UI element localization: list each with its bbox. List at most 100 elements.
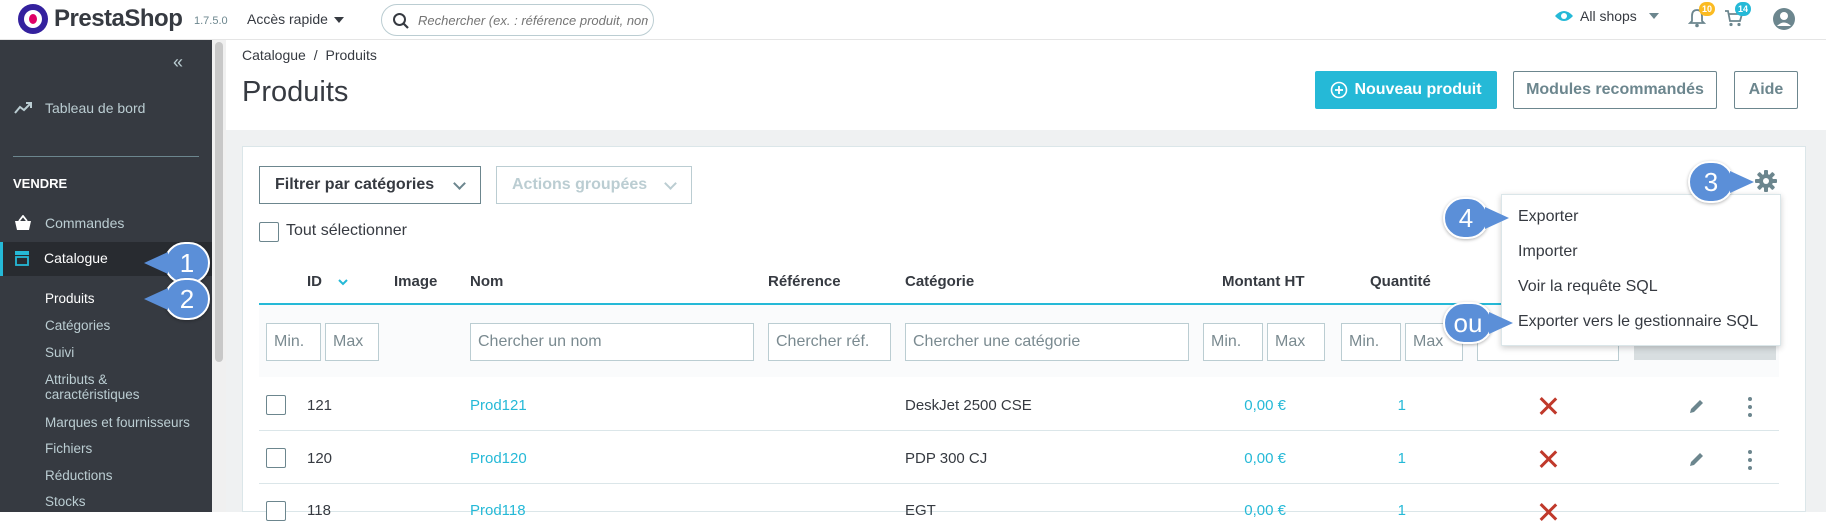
top-bar: PrestaShop 1.7.5.0 Accès rapide All shop…: [0, 0, 1826, 40]
row-id: 120: [307, 450, 333, 467]
notifications-button[interactable]: 10: [1687, 2, 1716, 33]
filter-by-category-button[interactable]: Filtrer par catégories: [259, 166, 481, 204]
callout-step-2: 2: [144, 278, 210, 320]
select-all-label: Tout sélectionner: [286, 222, 407, 239]
id-max-filter[interactable]: [325, 323, 379, 361]
sidebar-scrollbar[interactable]: [212, 40, 226, 512]
plus-circle-icon: [1331, 81, 1348, 99]
search-box: [381, 4, 654, 36]
sidebar-subitem-brands[interactable]: Marques et fournisseurs: [45, 415, 190, 430]
column-header-quantity[interactable]: Quantité: [1370, 273, 1431, 290]
search-input[interactable]: [416, 8, 650, 32]
sidebar-subitem-label: caractéristiques: [45, 387, 140, 402]
breadcrumb-current: Produits: [325, 47, 377, 63]
sidebar-subitem-products[interactable]: Produits: [45, 291, 95, 306]
price-max-filter[interactable]: [1267, 323, 1325, 361]
shop-selector-label: All shops: [1580, 8, 1637, 24]
row-price[interactable]: 0,00 €: [1200, 450, 1286, 467]
column-header-id[interactable]: ID: [307, 273, 348, 290]
menu-item-export[interactable]: Exporter: [1518, 208, 1578, 226]
eye-icon: [1555, 11, 1573, 21]
row-checkbox[interactable]: [266, 448, 286, 468]
row-price[interactable]: 0,00 €: [1200, 397, 1286, 414]
sidebar-subitem-label: Attributs &: [45, 372, 108, 387]
breadcrumb-parent[interactable]: Catalogue: [242, 47, 306, 63]
collapse-sidebar-icon[interactable]: «: [173, 52, 183, 73]
column-header-category[interactable]: Catégorie: [905, 273, 974, 290]
search-icon: [393, 13, 409, 29]
quick-access-dropdown[interactable]: Accès rapide: [247, 11, 344, 27]
id-min-filter[interactable]: [266, 323, 321, 361]
sidebar-divider: [13, 156, 199, 157]
export-dropdown-menu: Exporter Importer Voir la requête SQL Ex…: [1501, 194, 1781, 346]
store-icon: [15, 251, 29, 266]
chevron-down-icon: [453, 177, 466, 190]
row-id: 121: [307, 397, 333, 414]
row-quantity[interactable]: 1: [1380, 397, 1406, 414]
shop-selector[interactable]: All shops: [1554, 8, 1659, 24]
column-header-price[interactable]: Montant HT: [1222, 273, 1304, 290]
sidebar-subitem-files[interactable]: Fichiers: [45, 441, 92, 456]
sidebar-item-orders[interactable]: Commandes: [14, 215, 124, 231]
caret-down-icon: [1648, 13, 1659, 19]
menu-item-export-sql-manager[interactable]: Exporter vers le gestionnaire SQL: [1518, 313, 1758, 331]
sidebar-item-label: Commandes: [45, 215, 125, 231]
new-product-button[interactable]: Nouveau produit: [1315, 71, 1497, 109]
quantity-min-filter[interactable]: [1341, 323, 1401, 361]
bulk-actions-button[interactable]: Actions groupées: [496, 166, 692, 204]
user-avatar-icon: [1773, 8, 1795, 30]
user-account-button[interactable]: [1772, 7, 1796, 36]
edit-pencil-icon[interactable]: [1688, 450, 1706, 468]
column-header-label: ID: [307, 273, 322, 290]
sidebar-active-indicator: [0, 242, 3, 276]
new-product-label: Nouveau produit: [1354, 81, 1482, 98]
recommended-modules-button[interactable]: Modules recommandés: [1513, 71, 1717, 109]
scrollbar-thumb[interactable]: [215, 42, 223, 362]
chevron-down-icon: [664, 177, 677, 190]
sidebar-subitem-discounts[interactable]: Réductions: [45, 468, 113, 483]
sort-descending-icon: [338, 279, 348, 286]
row-quantity[interactable]: 1: [1380, 450, 1406, 467]
prestashop-logo[interactable]: PrestaShop: [18, 4, 183, 34]
notifications-badge: 10: [1699, 2, 1716, 16]
version-label: 1.7.5.0: [194, 15, 228, 27]
basket-icon: [15, 215, 31, 230]
reference-filter[interactable]: [768, 323, 891, 361]
help-button[interactable]: Aide: [1734, 71, 1798, 109]
sidebar-subitem-categories[interactable]: Catégories: [45, 318, 110, 333]
category-filter[interactable]: [905, 323, 1189, 361]
row-product-name-link[interactable]: Prod118: [470, 502, 526, 519]
callout-or: ou: [1443, 302, 1513, 344]
status-disabled-icon[interactable]: [1538, 449, 1558, 469]
sidebar-subitem-monitoring[interactable]: Suivi: [45, 345, 74, 360]
sidebar-item-label: Tableau de bord: [45, 100, 146, 116]
sidebar-item-dashboard[interactable]: Tableau de bord: [14, 100, 145, 116]
status-disabled-icon[interactable]: [1538, 502, 1558, 522]
sidebar-subitem-attributes[interactable]: Attributs & caractéristiques: [45, 372, 140, 402]
orders-notification-button[interactable]: 14: [1724, 2, 1752, 33]
sidebar-item-catalog[interactable]: Catalogue: [14, 250, 108, 266]
row-actions-kebab-icon[interactable]: [1748, 397, 1752, 421]
row-price[interactable]: 0,00 €: [1200, 502, 1286, 519]
row-quantity[interactable]: 1: [1380, 502, 1406, 519]
sidebar-subitem-stocks[interactable]: Stocks: [45, 494, 86, 509]
caret-down-icon: [333, 17, 344, 24]
column-header-reference[interactable]: Référence: [768, 273, 841, 290]
row-product-name-link[interactable]: Prod120: [470, 450, 527, 467]
edit-pencil-icon[interactable]: [1688, 397, 1706, 415]
row-product-name-link[interactable]: Prod121: [470, 397, 527, 414]
price-min-filter[interactable]: [1203, 323, 1263, 361]
menu-item-import[interactable]: Importer: [1518, 243, 1578, 261]
sidebar-section-title: VENDRE: [13, 176, 68, 191]
status-disabled-icon[interactable]: [1538, 396, 1558, 416]
gear-icon[interactable]: [1754, 169, 1778, 193]
select-all-checkbox[interactable]: [259, 222, 279, 242]
row-separator: [259, 483, 1779, 484]
row-category: DeskJet 2500 CSE: [905, 397, 1032, 414]
column-header-name[interactable]: Nom: [470, 273, 503, 290]
name-filter[interactable]: [470, 323, 754, 361]
row-checkbox[interactable]: [266, 501, 286, 521]
row-checkbox[interactable]: [266, 395, 286, 415]
row-actions-kebab-icon[interactable]: [1748, 450, 1752, 474]
menu-item-view-sql[interactable]: Voir la requête SQL: [1518, 278, 1658, 296]
